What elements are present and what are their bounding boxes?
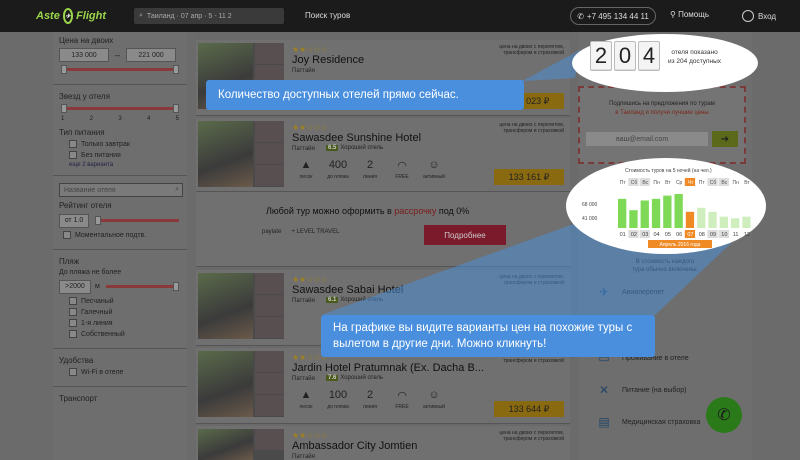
x-tick-label: 08 bbox=[699, 232, 705, 238]
price-calendar-chart[interactable]: 68 000 41 000 Пт 01 Сб 02 Вс 03 Пн 04 Вт 05 Ср 06 Чт 07… bbox=[578, 176, 752, 252]
chart-bar[interactable] bbox=[618, 198, 627, 228]
weekday-label: Чт bbox=[688, 180, 694, 186]
chart-bar[interactable] bbox=[629, 210, 638, 228]
chart-bar[interactable] bbox=[685, 211, 695, 228]
weekday-label: Пн bbox=[732, 180, 739, 186]
chart-bar[interactable] bbox=[731, 218, 740, 228]
chart-title: Стоимость туров на 5 ночей (на чел.) bbox=[625, 168, 712, 174]
weekday-label: Вт bbox=[665, 180, 671, 186]
weekday-label: Вс bbox=[721, 180, 727, 186]
tooltip-price-chart: На графике вы видите варианты цен на пох… bbox=[321, 315, 655, 357]
chart-bar[interactable] bbox=[697, 207, 706, 228]
x-tick-label: 10 bbox=[721, 232, 727, 238]
weekday-label: Пн bbox=[653, 180, 660, 186]
month-label: Апрель 2016 года bbox=[660, 242, 701, 248]
phone-icon: ✆ bbox=[717, 407, 731, 424]
tooltip-hotel-count: Количество доступных отелей прямо сейчас… bbox=[206, 80, 524, 110]
x-tick-label: 06 bbox=[676, 232, 682, 238]
counter-digit: 2 bbox=[590, 41, 612, 71]
y-tick-label: 41 000 bbox=[582, 216, 598, 222]
x-tick-label: 05 bbox=[665, 232, 671, 238]
counter-line2: из 204 доступных bbox=[668, 58, 722, 65]
chart-bar[interactable] bbox=[719, 216, 728, 228]
x-tick-label: 12 bbox=[744, 232, 750, 238]
y-tick-label: 68 000 bbox=[582, 202, 598, 208]
hotel-counter: 2 0 4 bbox=[590, 41, 660, 71]
chart-bar[interactable] bbox=[742, 216, 751, 228]
weekday-label: Сб bbox=[631, 180, 638, 186]
x-tick-label: 09 bbox=[710, 232, 716, 238]
x-tick-label: 07 bbox=[687, 232, 693, 238]
weekday-label: Вт bbox=[744, 180, 750, 186]
chat-phone-button[interactable]: ✆ bbox=[706, 397, 742, 433]
x-tick-label: 03 bbox=[642, 232, 648, 238]
x-tick-label: 04 bbox=[653, 232, 659, 238]
weekday-label: Ср bbox=[676, 180, 683, 186]
chart-bar[interactable] bbox=[663, 195, 672, 228]
weekday-label: Сб bbox=[710, 180, 717, 186]
counter-line1: отеля показано bbox=[671, 49, 718, 56]
weekday-label: Пт bbox=[699, 180, 706, 186]
chart-bar[interactable] bbox=[640, 200, 649, 228]
x-tick-label: 02 bbox=[631, 232, 637, 238]
weekday-label: Вс bbox=[642, 180, 648, 186]
chart-bar[interactable] bbox=[674, 194, 683, 228]
counter-text: отеля показано из 204 доступных bbox=[668, 48, 721, 66]
counter-digit: 4 bbox=[638, 41, 660, 71]
counter-digit: 0 bbox=[614, 41, 636, 71]
chart-bar[interactable] bbox=[651, 198, 661, 228]
x-tick-label: 11 bbox=[733, 232, 739, 238]
x-tick-label: 01 bbox=[620, 232, 626, 238]
chart-bar[interactable] bbox=[708, 211, 717, 228]
weekday-label: Пт bbox=[620, 180, 627, 186]
